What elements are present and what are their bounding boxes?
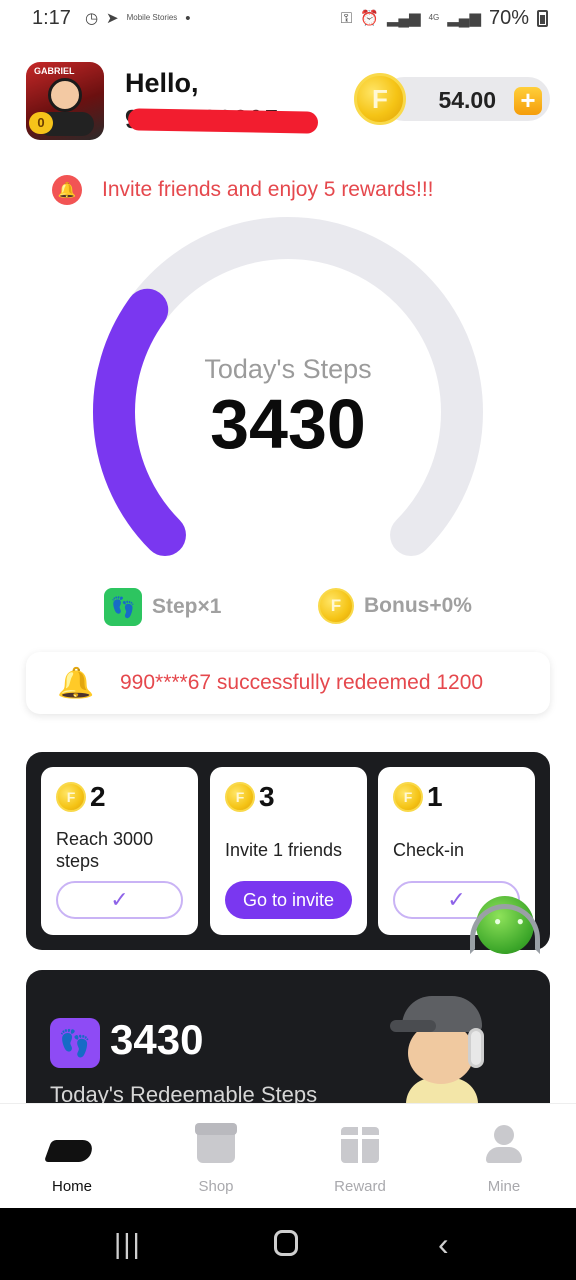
alarm-icon: ⏰ xyxy=(360,10,379,27)
add-coins-button[interactable]: + xyxy=(514,87,542,115)
ticker-text: 990****67 successfully redeemed 1200 xyxy=(120,671,484,694)
header: GABRIEL 0 Hello, 9277363305 F 54.00 + xyxy=(24,60,552,142)
task-title: Invite 1 friends xyxy=(225,840,343,860)
redeemable-steps-value: 3430 xyxy=(110,1016,204,1063)
go-to-invite-button[interactable]: Go to invite xyxy=(225,881,352,919)
nav-mine-label: Mine xyxy=(487,1178,521,1195)
key-icon: ⚿ xyxy=(340,9,353,27)
recent-apps-icon[interactable]: ||| xyxy=(114,1228,140,1259)
avatar[interactable]: GABRIEL 0 xyxy=(26,62,104,140)
task-card-invite: F 3 Invite 1 friends Go to invite xyxy=(210,767,367,935)
system-nav-bar: ||| ‹ xyxy=(0,1208,576,1280)
nav-shop-label: Shop xyxy=(198,1178,234,1195)
status-bar: 1:17 ◷ ➤ Mobile Stories • ⚿ ⏰ ▂▄▆ 4G ▂▄▆… xyxy=(0,0,576,36)
gold-bell-icon: 🔔 xyxy=(57,666,95,700)
shop-icon xyxy=(195,1123,237,1163)
user-icon-head xyxy=(494,1125,514,1145)
home-shoe-icon-wrap xyxy=(17,1124,127,1166)
nav-reward-label: Reward xyxy=(334,1178,386,1195)
shoe-icon xyxy=(43,1140,96,1162)
task-reward-amount: 2 xyxy=(90,781,106,812)
signal-icon-2: ▂▄▆ xyxy=(447,10,481,27)
status-time: 1:17 xyxy=(32,6,71,29)
coin-icon: F xyxy=(393,782,423,812)
coin-icon: F xyxy=(225,782,255,812)
redemption-ticker: 🔔 990****67 successfully redeemed 1200 xyxy=(26,652,550,714)
nav-mine[interactable]: Mine xyxy=(449,1124,559,1195)
telegram-icon: ➤ xyxy=(106,10,119,27)
invite-banner-text: Invite friends and enjoy 5 rewards!!! xyxy=(102,178,434,201)
back-icon[interactable]: ‹ xyxy=(438,1228,449,1260)
coin-icon: F xyxy=(318,588,354,624)
network-type: 4G xyxy=(428,13,440,22)
task-done-button[interactable]: ✓ xyxy=(56,881,183,919)
avatar-face xyxy=(48,78,82,112)
user-icon-wrap xyxy=(449,1124,559,1166)
bonus-label: Bonus+0% xyxy=(364,594,472,617)
bell-icon: 🔔 xyxy=(52,175,82,205)
battery-icon xyxy=(537,9,548,27)
nav-reward[interactable]: Reward xyxy=(305,1124,415,1195)
bot-eyes: ● ● xyxy=(494,914,530,928)
signal-icon: ▂▄▆ xyxy=(386,10,421,27)
bonus-multiplier: F Bonus+0% xyxy=(318,588,472,624)
coin-icon: F xyxy=(56,782,86,812)
avatar-tag: GABRIEL xyxy=(34,66,75,76)
support-bot-button[interactable]: ● ● xyxy=(466,896,542,960)
steps-label: Today's Steps xyxy=(204,354,372,384)
shop-icon-wrap xyxy=(161,1123,271,1166)
status-right: ⚿ ⏰ ▂▄▆ 4G ▂▄▆ 70% xyxy=(341,7,548,30)
status-left: 1:17 ◷ ➤ Mobile Stories • xyxy=(32,7,191,30)
greeting: Hello, xyxy=(125,68,199,98)
redaction-scribble xyxy=(127,108,319,134)
step-multiplier-label: Step×1 xyxy=(152,595,222,618)
nav-home-label: Home xyxy=(51,1178,92,1195)
bottom-nav: Home Shop Reward Mine xyxy=(0,1104,576,1208)
nav-home[interactable]: Home xyxy=(17,1124,127,1195)
task-title: Check-in xyxy=(393,840,465,860)
task-title: Reach 3000 steps xyxy=(56,829,154,871)
gift-icon xyxy=(338,1127,382,1163)
coin-balance: 54.00 xyxy=(438,87,496,113)
task-reward: F 1 xyxy=(393,781,443,813)
dot-icon: • xyxy=(185,9,191,27)
notification-icon: Mobile Stories xyxy=(126,13,178,22)
task-reward: F 2 xyxy=(56,781,106,813)
battery-percent: 70% xyxy=(488,6,529,29)
task-reward-amount: 3 xyxy=(259,781,275,812)
invite-banner[interactable]: 🔔 Invite friends and enjoy 5 rewards!!! xyxy=(52,175,434,205)
task-card-reach-steps: F 2 Reach 3000 steps ✓ xyxy=(41,767,198,935)
step-multiplier: 👣 Step×1 xyxy=(104,588,221,626)
user-icon-body xyxy=(486,1147,522,1163)
user-icon xyxy=(484,1125,524,1165)
coin-icon: F xyxy=(354,73,406,125)
footsteps-icon: 👣 xyxy=(50,1018,100,1068)
gift-icon-wrap xyxy=(305,1124,415,1166)
steps-gauge: Today's Steps 3430 xyxy=(88,212,488,562)
avatar-level-badge: 0 xyxy=(29,112,53,134)
home-icon[interactable] xyxy=(274,1230,298,1256)
clock-icon: ◷ xyxy=(84,10,99,27)
task-reward-amount: 1 xyxy=(427,781,443,812)
nav-shop[interactable]: Shop xyxy=(161,1123,271,1195)
multipliers-row: 👣 Step×1 F Bonus+0% xyxy=(0,588,576,628)
footsteps-icon: 👣 xyxy=(104,588,142,626)
steps-value: 3430 xyxy=(210,385,366,463)
task-reward: F 3 xyxy=(225,781,275,813)
mascot-cap-brim xyxy=(390,1020,436,1032)
mascot-headphones xyxy=(468,1028,484,1068)
